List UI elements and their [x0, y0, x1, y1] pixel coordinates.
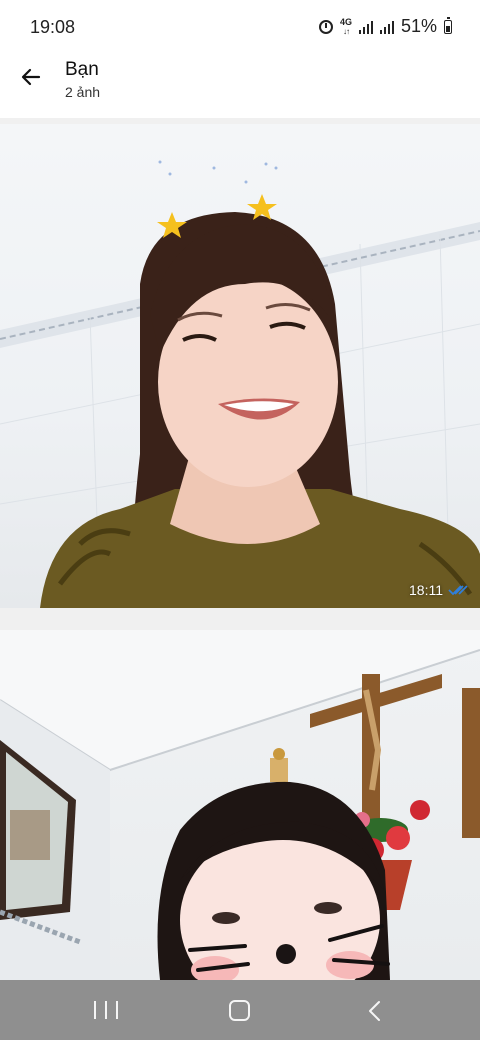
double-check-icon — [448, 585, 468, 596]
divider — [0, 608, 480, 630]
status-time: 19:08 — [30, 17, 76, 37]
battery-icon — [444, 16, 452, 34]
recents-icon — [94, 1001, 96, 1019]
photo-timestamp: 18:11 — [409, 582, 443, 598]
photo-2[interactable] — [0, 630, 480, 980]
photo-2-image — [0, 630, 480, 980]
alarm-icon — [318, 19, 333, 34]
home-button[interactable] — [229, 1000, 250, 1021]
status-bar: 19:08 4G ↓↑ 51% — [0, 0, 480, 52]
signal-icon — [358, 20, 373, 34]
status-icons: 4G ↓↑ 51% — [318, 16, 452, 37]
photo-1-image — [0, 160, 480, 608]
page-title: Bạn — [65, 59, 99, 80]
recents-button[interactable] — [94, 1001, 118, 1021]
battery-percent: 51% — [400, 16, 437, 36]
back-nav-button[interactable] — [365, 1000, 385, 1022]
signal-icon — [379, 20, 394, 34]
photo-1[interactable]: 18:11 — [0, 124, 480, 608]
photo-count: 2 ảnh — [65, 84, 101, 100]
arrow-left-icon — [21, 68, 41, 86]
back-button[interactable] — [14, 60, 48, 94]
header: Bạn 2 ảnh — [0, 52, 480, 118]
navigation-bar — [0, 980, 480, 1040]
network-type-label: 4G — [339, 16, 352, 27]
network-type-icon: 4G ↓↑ — [339, 16, 352, 36]
